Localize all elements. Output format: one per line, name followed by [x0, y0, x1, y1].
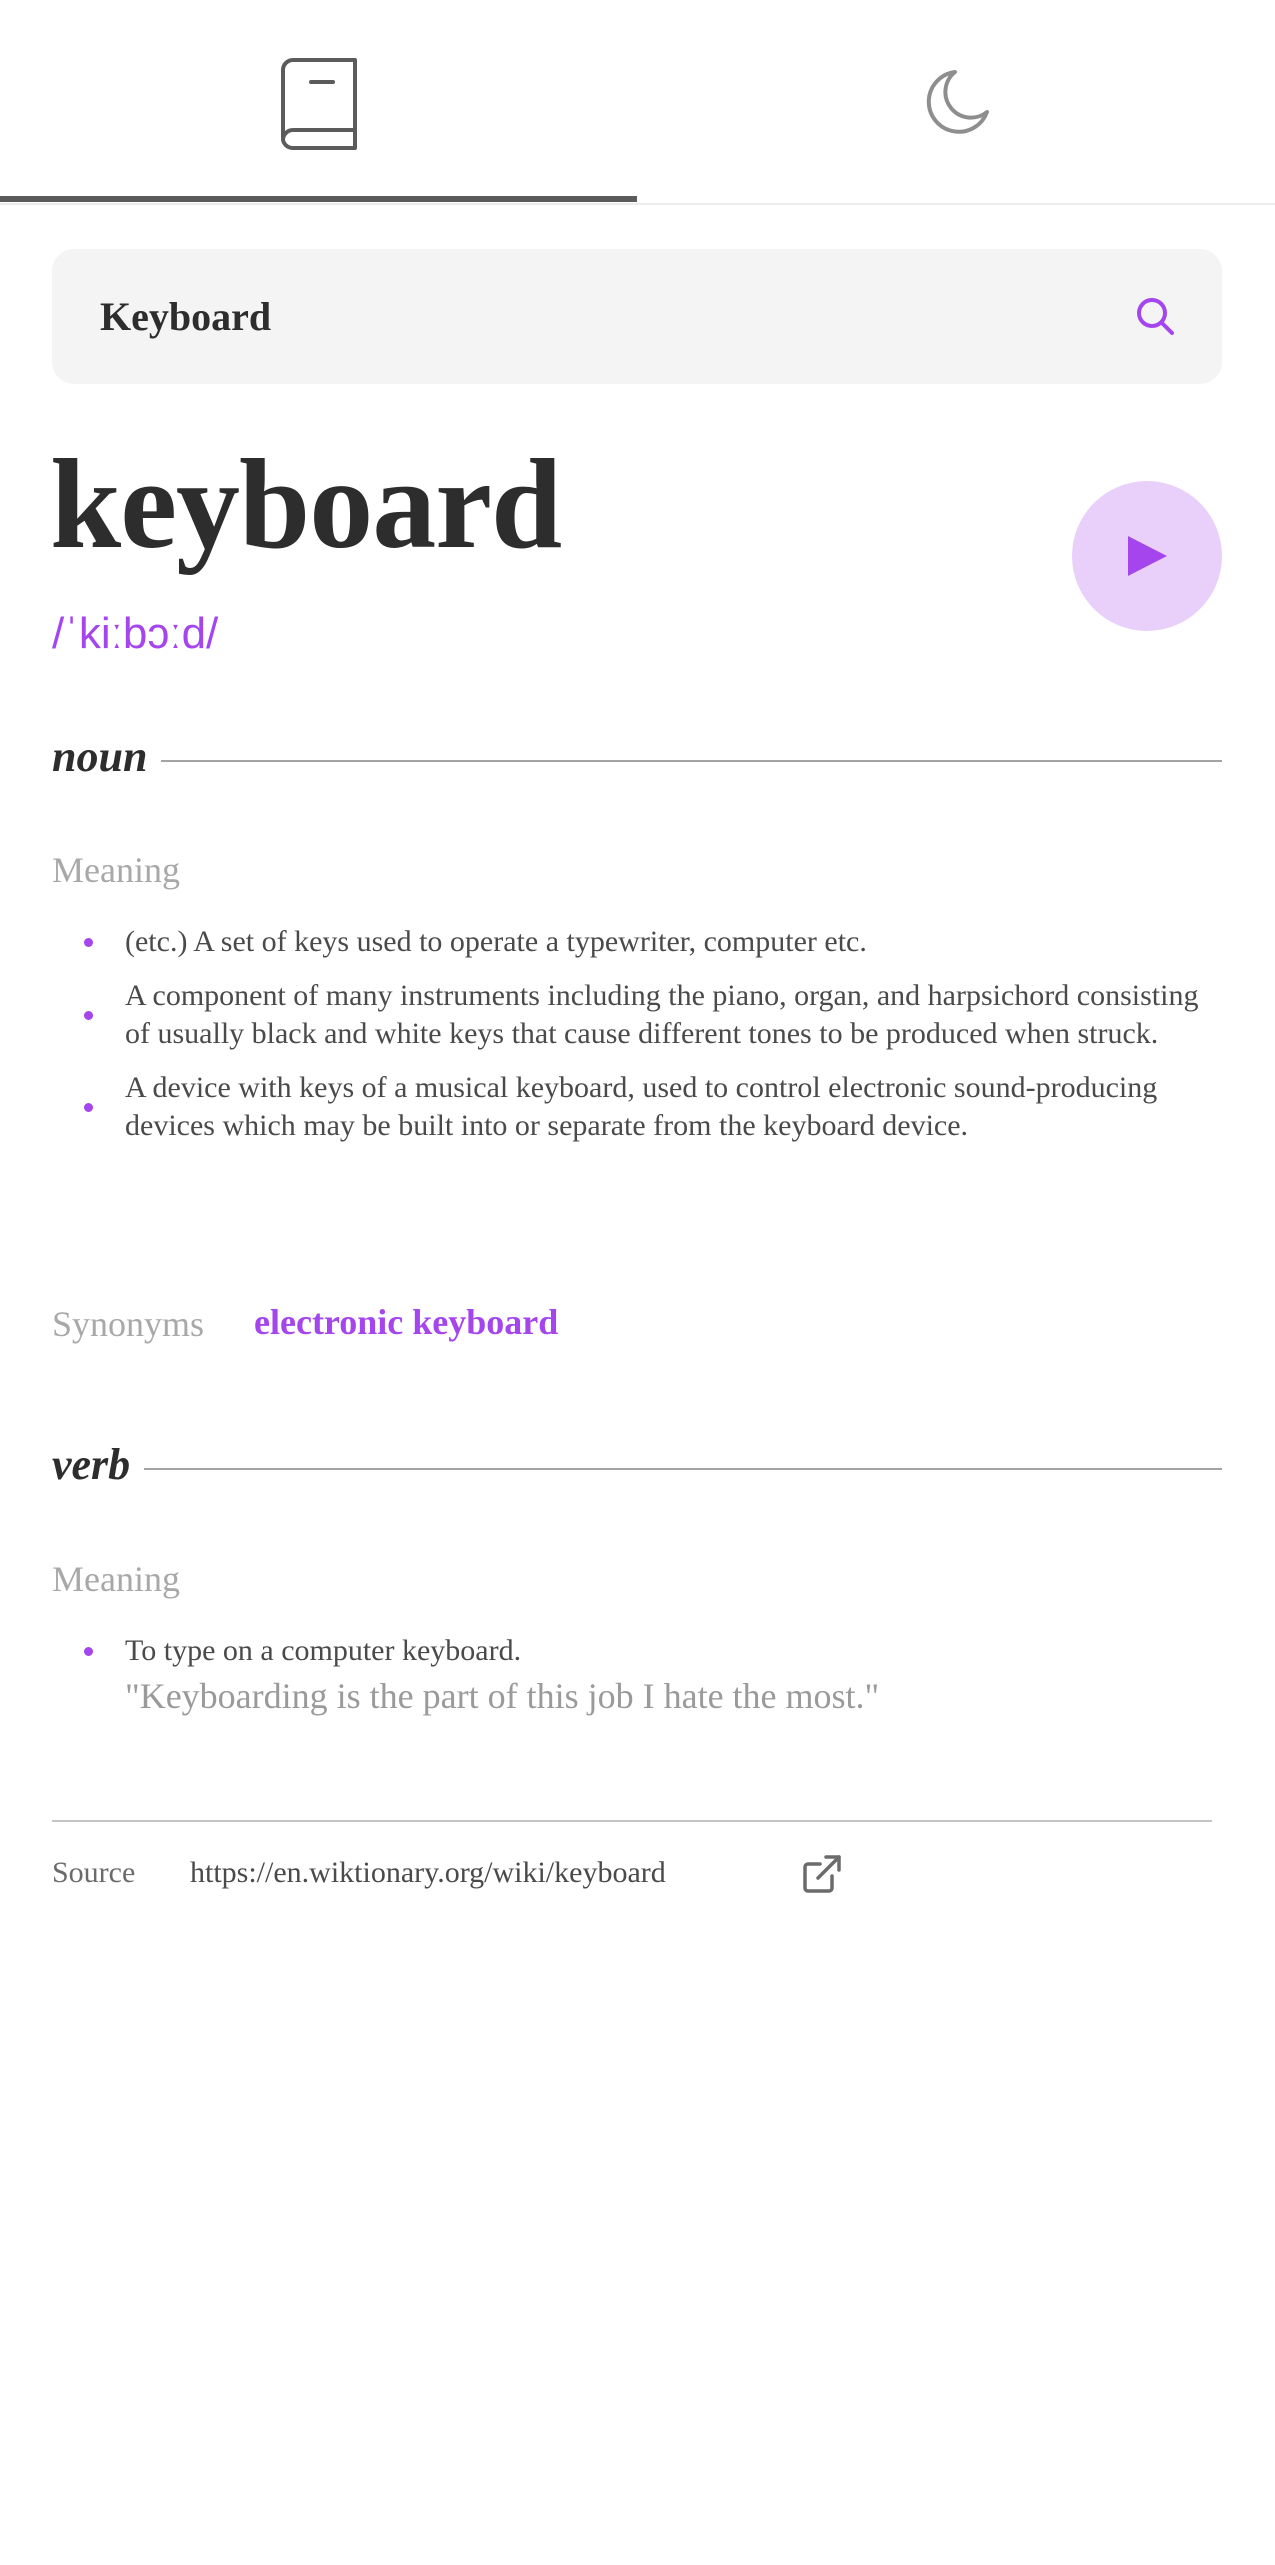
noun-definition-list: (etc.) A set of keys used to operate a t… — [84, 923, 1202, 1161]
bullet-dot — [84, 1011, 93, 1020]
top-tab-bar — [0, 0, 1275, 205]
word-title: keyboard — [50, 433, 562, 575]
phonetic-text: /ˈkiːbɔːd/ — [52, 609, 219, 658]
tab-book[interactable] — [0, 0, 637, 205]
search-button[interactable] — [1132, 293, 1178, 339]
active-tab-indicator — [0, 196, 637, 202]
meaning-label: Meaning — [52, 850, 180, 890]
play-pronunciation-button[interactable] — [1072, 481, 1222, 631]
moon-icon — [926, 69, 989, 134]
definition-item: A device with keys of a musical keyboard… — [84, 1069, 1202, 1145]
example-sentence: "Keyboarding is the part of this job I h… — [125, 1676, 880, 1716]
noun-heading: noun — [52, 735, 1222, 779]
search-input[interactable] — [100, 249, 1100, 384]
source-label: Source — [52, 1856, 136, 1889]
meaning-label: Meaning — [52, 1559, 180, 1599]
external-link-icon[interactable] — [802, 1854, 842, 1894]
bullet-dot — [84, 938, 93, 947]
bullet-dot — [84, 1103, 93, 1112]
source-link[interactable]: https://en.wiktionary.org/wiki/keyboard — [190, 1858, 666, 1888]
definition-item: To type on a computer keyboard. — [84, 1632, 1202, 1670]
definition-text: To type on a computer keyboard. — [125, 1634, 522, 1667]
definition-item: (etc.) A set of keys used to operate a t… — [84, 923, 1202, 961]
search-icon — [1137, 298, 1174, 335]
definition-text: A component of many instruments includin… — [125, 979, 1199, 1050]
search-bar — [52, 249, 1222, 384]
play-icon — [1128, 536, 1167, 576]
tab-theme-toggle[interactable] — [637, 0, 1275, 205]
book-icon — [280, 57, 357, 150]
definition-item: A component of many instruments includin… — [84, 977, 1202, 1053]
part-of-speech-label: noun — [52, 732, 148, 781]
example-item: "Keyboarding is the part of this job I h… — [92, 1674, 1202, 1718]
synonyms-label: Synonyms — [52, 1304, 205, 1344]
divider — [144, 1468, 1222, 1470]
definition-text: A device with keys of a musical keyboard… — [125, 1071, 1158, 1142]
part-of-speech-label: verb — [52, 1440, 131, 1489]
bullet-dot — [84, 1647, 93, 1656]
synonym-link[interactable]: electronic keyboard — [254, 1304, 558, 1340]
verb-definition-list: To type on a computer keyboard. "Keyboar… — [84, 1632, 1202, 1734]
definition-text: (etc.) A set of keys used to operate a t… — [125, 925, 867, 958]
footer-divider — [52, 1820, 1212, 1822]
verb-heading: verb — [52, 1443, 1222, 1487]
divider — [161, 760, 1222, 762]
